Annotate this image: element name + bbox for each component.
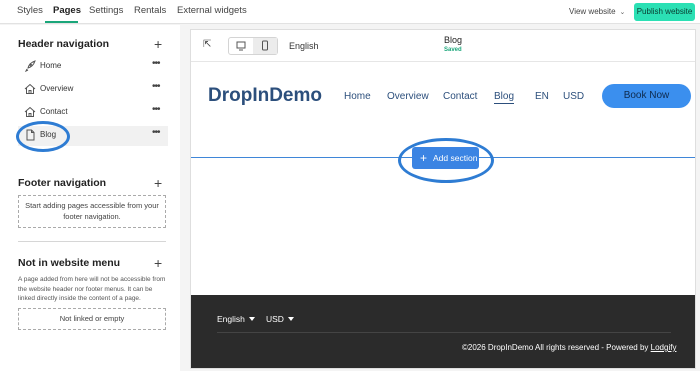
nav-item-label: Contact	[40, 107, 68, 116]
tab-styles[interactable]: Styles	[17, 5, 43, 16]
tab-external-widgets[interactable]: External widgets	[177, 5, 247, 16]
more-options-icon[interactable]: •••	[152, 58, 160, 69]
site-menu-home[interactable]: Home	[344, 91, 371, 102]
site-logo-text[interactable]: DropInDemo	[208, 85, 322, 107]
footer-currency-label: USD	[266, 314, 284, 324]
highlight-circle	[16, 121, 70, 152]
save-status: Saved	[444, 47, 462, 53]
footer-divider	[217, 332, 671, 333]
editor-toolbar: ⇱ English Blog Saved	[191, 30, 695, 62]
active-menu-underline	[494, 103, 514, 104]
view-website-dropdown[interactable]: View website ⌄	[569, 7, 625, 16]
desktop-view-button[interactable]	[229, 38, 253, 54]
footer-copyright: ©2026 DropInDemo All rights reserved - P…	[462, 343, 676, 352]
footer-navigation-title: Footer navigation	[18, 177, 107, 189]
site-menu-contact[interactable]: Contact	[443, 91, 477, 102]
caret-down-icon	[248, 317, 255, 321]
rocket-icon	[24, 60, 36, 72]
site-menu-currency[interactable]: USD	[563, 91, 584, 102]
highlight-circle	[398, 138, 494, 183]
language-selector[interactable]: English	[289, 41, 319, 51]
pages-sidebar: Header navigation + Home ••• Overview ••…	[0, 25, 180, 371]
mobile-icon	[262, 40, 268, 51]
add-unlinked-page-icon[interactable]: +	[154, 256, 162, 270]
not-in-menu-title: Not in website menu	[18, 257, 121, 269]
add-footer-page-icon[interactable]: +	[154, 176, 162, 190]
tab-pages[interactable]: Pages	[53, 5, 81, 16]
nav-item-label: Overview	[40, 84, 74, 93]
site-menu-language[interactable]: EN	[535, 91, 549, 102]
header-navigation-title: Header navigation	[18, 38, 110, 50]
book-now-button[interactable]: Book Now	[602, 84, 691, 108]
more-options-icon[interactable]: •••	[152, 127, 160, 138]
desktop-icon	[236, 41, 246, 51]
house-icon	[24, 83, 36, 94]
house-icon	[24, 106, 36, 117]
footer-language-label: English	[217, 314, 245, 324]
site-menu-overview[interactable]: Overview	[387, 91, 429, 102]
site-footer: English USD ©2026 DropInDemo All rights …	[191, 295, 695, 368]
view-website-label: View website	[569, 7, 616, 16]
more-options-icon[interactable]: •••	[152, 81, 160, 92]
section-divider	[18, 241, 166, 242]
footer-nav-dropzone[interactable]: Start adding pages accessible from your …	[18, 195, 166, 228]
footer-currency-select[interactable]: USD	[266, 314, 294, 324]
device-switcher	[228, 37, 278, 55]
not-in-menu-dropzone[interactable]: Not linked or empty	[18, 308, 166, 330]
add-header-page-icon[interactable]: +	[154, 37, 162, 51]
caret-down-icon	[287, 317, 294, 321]
chevron-down-icon: ⌄	[619, 9, 626, 16]
nav-item-label: Home	[40, 61, 62, 70]
tab-rentals[interactable]: Rentals	[134, 5, 166, 16]
tab-settings[interactable]: Settings	[89, 5, 123, 16]
active-tab-indicator	[45, 21, 78, 23]
not-in-menu-note: A page added from here will not be acces…	[18, 276, 166, 302]
footer-language-select[interactable]: English	[217, 314, 255, 324]
page-editor: ⇱ English Blog Saved DropInDemo Home Ove…	[190, 29, 696, 369]
nav-item-home[interactable]: Home •••	[18, 57, 168, 77]
copyright-text: ©2026 DropInDemo All rights reserved - P…	[462, 343, 651, 352]
page-name: Blog	[444, 35, 463, 45]
more-options-icon[interactable]: •••	[152, 104, 160, 115]
nav-item-overview[interactable]: Overview •••	[18, 80, 168, 100]
collapse-arrow-icon[interactable]: ⇱	[203, 40, 213, 50]
top-bar: Styles Pages Settings Rentals External w…	[0, 0, 700, 24]
nav-item-contact[interactable]: Contact •••	[18, 103, 168, 123]
mobile-view-button[interactable]	[253, 38, 277, 54]
site-menu-blog[interactable]: Blog	[494, 91, 514, 102]
publish-website-button[interactable]: Publish website	[634, 3, 695, 21]
powered-by-link[interactable]: Lodgify	[651, 343, 677, 352]
